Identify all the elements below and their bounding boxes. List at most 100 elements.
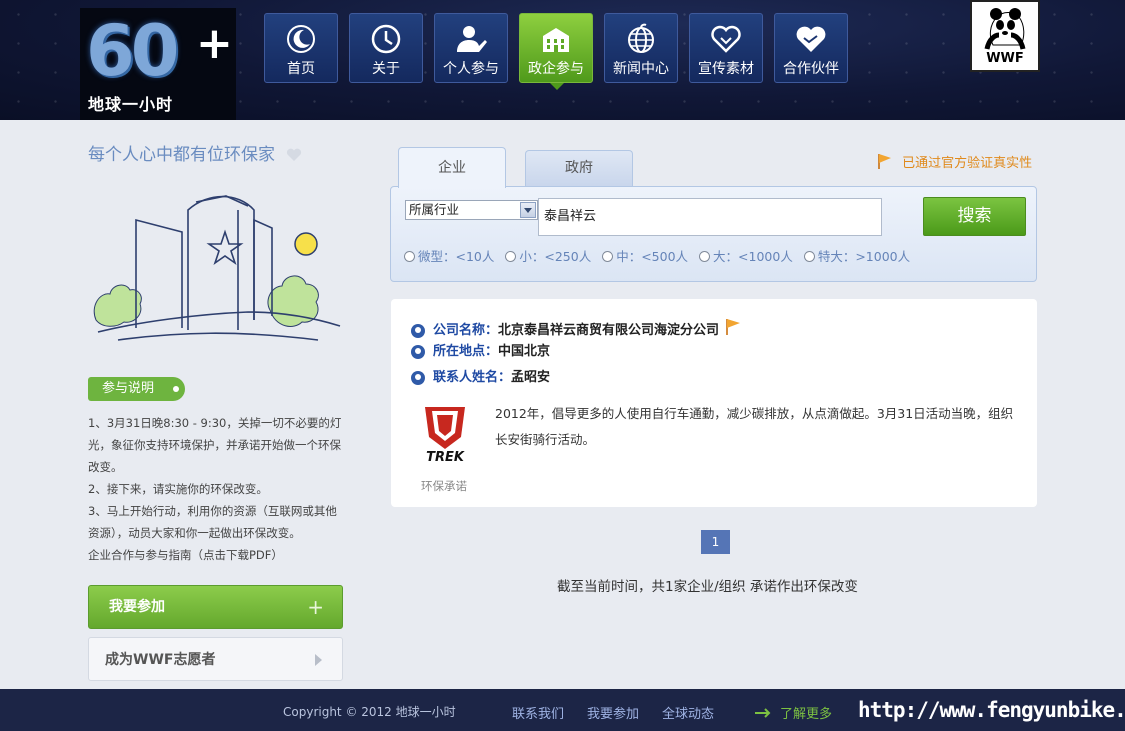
chevron-down-icon	[520, 202, 536, 218]
join-button[interactable]: 我要参加 +	[88, 585, 343, 629]
globe-icon	[628, 23, 654, 53]
nav-label: 个人参与	[443, 61, 499, 77]
building-icon	[543, 28, 569, 52]
radio-icon	[699, 251, 711, 262]
nav-label: 首页	[287, 61, 315, 77]
logo-number: 60	[86, 10, 179, 92]
industry-select-value: 所属行业	[409, 202, 460, 217]
search-button[interactable]: 搜索	[923, 197, 1026, 236]
radio-icon	[505, 251, 517, 262]
arrow-right-icon	[315, 654, 322, 666]
company-name[interactable]: 北京泰昌祥云商贸有限公司海淀分公司	[498, 323, 719, 338]
contact-icon	[411, 371, 425, 385]
size-label: 小：<250人	[519, 249, 592, 264]
copyright: Copyright © 2012 地球一小时	[283, 705, 456, 719]
volunteer-button[interactable]: 成为WWF志愿者	[88, 637, 343, 681]
logo-plus: +	[196, 18, 233, 69]
learn-more-link[interactable]: 了解更多	[754, 703, 832, 722]
heart-icon	[287, 148, 302, 161]
slogan-text: 每个人心中都有位环保家	[88, 145, 275, 165]
size-label: 特大：>1000人	[817, 249, 911, 264]
company-icon	[411, 324, 425, 338]
location-value: 中国北京	[498, 344, 551, 359]
person-icon	[457, 26, 487, 52]
moon-icon	[287, 25, 315, 53]
step-1: 1、3月31日晚8:30 - 9:30，关掉一切不必要的灯光，象征你支持环境保护…	[88, 416, 342, 474]
pagination-page[interactable]: 1	[701, 530, 730, 554]
result-card: 公司名称：北京泰昌祥云商贸有限公司海淀分公司 所在地点：中国北京 联系人姓名：孟…	[391, 299, 1037, 507]
size-label: 中：<500人	[616, 249, 689, 264]
footer-link-join[interactable]: 我要参加	[587, 703, 639, 722]
guide-download-link[interactable]: 企业合作与参与指南（点击下载PDF）	[88, 544, 343, 566]
size-option-micro[interactable]: 微型：<10人	[404, 247, 494, 267]
clock-icon	[371, 24, 401, 54]
nav-label: 政企参与	[528, 61, 584, 77]
guide-steps: 1、3月31日晚8:30 - 9:30，关掉一切不必要的灯光，象征你支持环境保护…	[88, 412, 343, 566]
location-row: 所在地点：中国北京	[411, 342, 550, 362]
industry-select[interactable]: 所属行业	[405, 200, 538, 220]
step-2: 2、接下来，请实施你的环保改变。	[88, 482, 268, 496]
wwf-logo[interactable]: WWF	[970, 0, 1040, 72]
nav-news[interactable]: 新闻中心	[604, 13, 678, 83]
location-label: 所在地点：	[433, 344, 499, 359]
slogan: 每个人心中都有位环保家	[88, 140, 343, 170]
location-icon	[411, 345, 425, 359]
guide-tag: 参与说明	[88, 377, 185, 401]
verified-text: 已通过官方验证真实性	[902, 156, 1033, 171]
heart-icon	[711, 25, 741, 53]
radio-icon	[404, 251, 415, 262]
step-3: 3、马上开始行动，利用你的资源（互联网或其他资源），动员大家和你一起做出环保改变…	[88, 504, 337, 540]
company-size-options: 微型：<10人 小：<250人 中：<500人 大：<1000人 特大：>100…	[404, 247, 917, 267]
earth-hour-logo[interactable]: 60 + 地球一小时	[80, 8, 236, 120]
contact-value: 孟昭安	[511, 370, 551, 385]
nav-label: 关于	[372, 61, 400, 77]
nav-government[interactable]: 政企参与	[519, 13, 593, 90]
pledge-description: 2012年，倡导更多的人使用自行车通勤，减少碳排放，从点滴做起。3月31日活动当…	[495, 406, 1014, 447]
volunteer-button-label: 成为WWF志愿者	[105, 652, 216, 668]
tab-enterprise[interactable]: 企业	[398, 147, 506, 188]
search-panel: 所属行业 泰昌祥云 搜索 微型：<10人 小：<250人 中：<500人 大：<…	[390, 186, 1037, 282]
size-option-small[interactable]: 小：<250人	[505, 247, 591, 267]
footer: Copyright © 2012 地球一小时 联系我们 我要参加 全球动态 了解…	[0, 689, 1125, 731]
company-row: 公司名称：北京泰昌祥云商贸有限公司海淀分公司	[411, 318, 742, 341]
handshake-icon	[796, 26, 826, 52]
nav-materials[interactable]: 宣传素材	[689, 13, 763, 83]
contact-label: 联系人姓名：	[433, 370, 512, 385]
learn-more-label: 了解更多	[780, 707, 833, 722]
nav-label: 新闻中心	[613, 61, 669, 77]
verified-notice: 已通过官方验证真实性	[876, 152, 1032, 174]
arrow-right-icon	[755, 708, 771, 718]
radio-icon	[602, 251, 614, 262]
size-option-large[interactable]: 大：<1000人	[699, 247, 793, 267]
nav-about[interactable]: 关于	[349, 13, 423, 83]
wwf-text: WWF	[986, 51, 1024, 66]
verified-flag-icon	[725, 319, 740, 335]
plus-icon: +	[307, 595, 324, 619]
trek-logo: TREK	[425, 407, 465, 465]
nav-label: 合作伙伴	[783, 61, 839, 77]
nav-label: 宣传素材	[698, 61, 754, 77]
search-input[interactable]: 泰昌祥云	[538, 198, 882, 236]
building-illustration	[93, 195, 341, 341]
sidebar: 每个人心中都有位环保家 参与说明 1、3月31日晚8:30 - 9:30，关掉一…	[88, 140, 343, 681]
join-button-label: 我要参加	[109, 599, 165, 615]
nav-home[interactable]: 首页	[264, 13, 338, 83]
nav-personal[interactable]: 个人参与	[434, 13, 508, 83]
size-label: 微型：<10人	[418, 249, 495, 264]
flag-icon	[878, 154, 891, 169]
footer-link-contact[interactable]: 联系我们	[512, 703, 564, 722]
footer-link-global[interactable]: 全球动态	[662, 703, 714, 722]
watermark: http://www.fengyunbike.com	[858, 698, 1125, 722]
nav-partners[interactable]: 合作伙伴	[774, 13, 848, 83]
size-option-medium[interactable]: 中：<500人	[602, 247, 688, 267]
brand-logo-text: TREK	[426, 450, 465, 465]
contact-row: 联系人姓名：孟昭安	[411, 368, 550, 388]
result-summary: 截至当前时间，共1家企业/组织 承诺作出环保改变	[557, 579, 858, 595]
size-option-xlarge[interactable]: 特大：>1000人	[803, 247, 911, 267]
main-nav: 首页 关于 个人参与 政企参与 新闻中心 宣传素材 合作伙伴	[264, 13, 859, 90]
tab-government[interactable]: 政府	[525, 150, 633, 186]
pledge-label: 环保承诺	[421, 479, 467, 493]
logo-text: 地球一小时	[88, 95, 174, 114]
company-label: 公司名称：	[433, 323, 499, 338]
radio-icon	[803, 251, 815, 262]
